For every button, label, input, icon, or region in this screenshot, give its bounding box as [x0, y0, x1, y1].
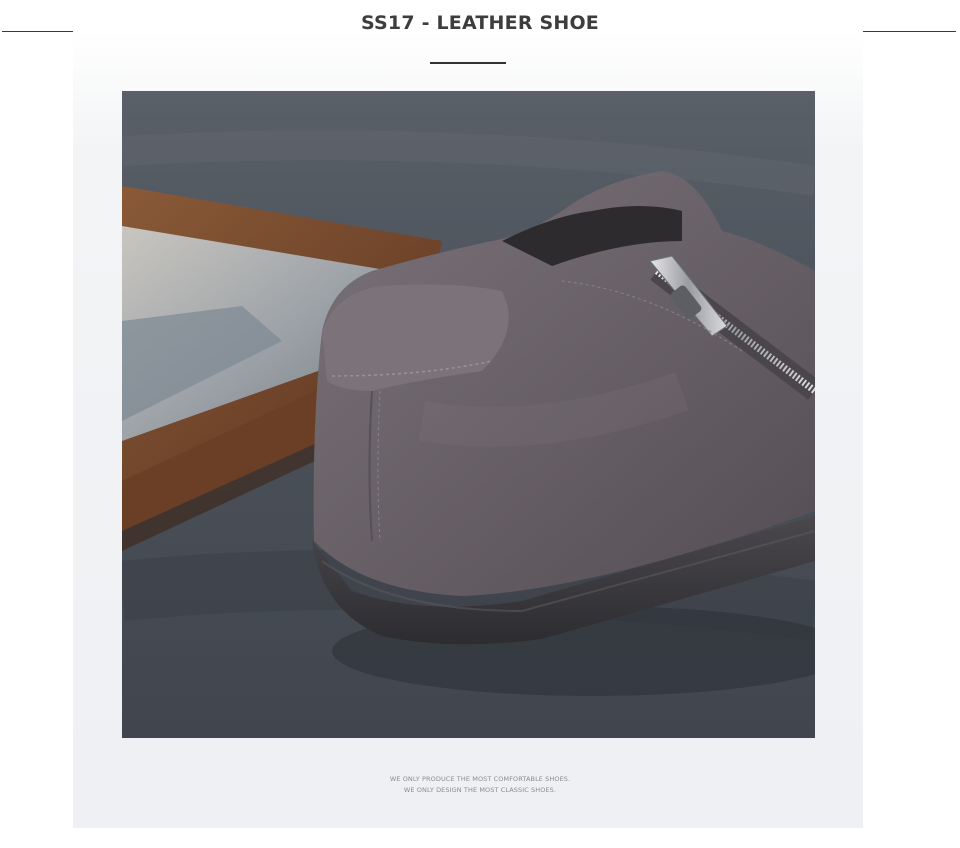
title-underline: [430, 62, 506, 64]
product-photo: [122, 91, 815, 738]
page-title: SS17 - LEATHER SHOE: [361, 12, 599, 34]
tagline-comfort: WE ONLY PRODUCE THE MOST COMFORTABLE SHO…: [389, 775, 571, 783]
tagline-classic: WE ONLY DESIGN THE MOST CLASSIC SHOES.: [403, 786, 557, 794]
